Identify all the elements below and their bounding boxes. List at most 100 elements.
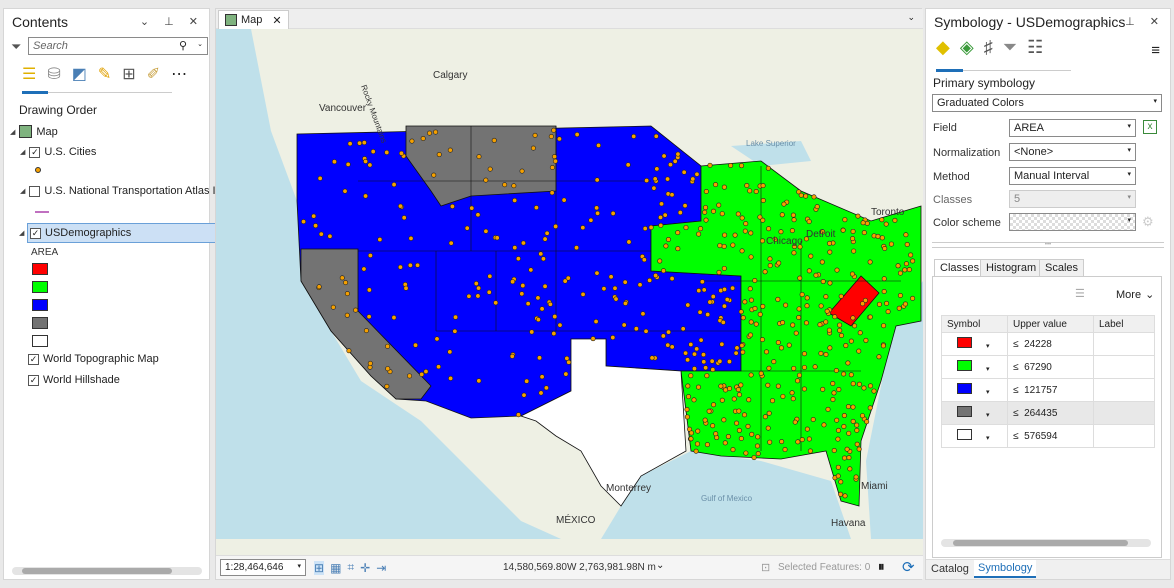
city-point[interactable] xyxy=(910,258,916,264)
city-point[interactable] xyxy=(757,311,763,317)
city-point[interactable] xyxy=(736,392,742,398)
city-point[interactable] xyxy=(661,268,667,274)
city-point[interactable] xyxy=(594,177,600,183)
city-point[interactable] xyxy=(547,301,553,307)
city-point[interactable] xyxy=(367,162,373,168)
city-point[interactable] xyxy=(721,184,727,190)
city-point[interactable] xyxy=(767,439,773,445)
city-point[interactable] xyxy=(344,291,350,297)
city-point[interactable] xyxy=(483,177,489,183)
city-point[interactable] xyxy=(543,385,549,391)
pause-icon[interactable]: ⏸ xyxy=(878,559,885,575)
visibility-checkbox[interactable]: ✓ xyxy=(30,227,41,239)
city-point[interactable] xyxy=(710,423,716,429)
city-point[interactable] xyxy=(804,303,810,309)
city-point[interactable] xyxy=(742,228,748,234)
city-point[interactable] xyxy=(850,381,856,387)
city-point[interactable] xyxy=(797,275,803,281)
city-point[interactable] xyxy=(823,319,829,325)
city-point[interactable] xyxy=(449,203,455,209)
city-point[interactable] xyxy=(766,226,772,232)
chevron-down-icon[interactable]: ⌄ xyxy=(197,40,203,48)
chevron-down-icon[interactable]: ▾ xyxy=(986,412,990,419)
tab-catalog[interactable]: Catalog xyxy=(931,563,969,575)
city-point[interactable] xyxy=(746,397,752,403)
city-point[interactable] xyxy=(649,355,655,361)
city-point[interactable] xyxy=(347,141,353,147)
city-point[interactable] xyxy=(631,133,637,139)
city-point[interactable] xyxy=(660,333,666,339)
city-point[interactable] xyxy=(549,190,555,196)
city-point[interactable] xyxy=(519,168,525,174)
city-point[interactable] xyxy=(758,370,764,376)
symbol-swatch[interactable] xyxy=(957,406,972,417)
city-point[interactable] xyxy=(703,205,709,211)
list-icon[interactable]: ☰ xyxy=(1075,287,1085,300)
city-point[interactable] xyxy=(672,158,678,164)
city-point[interactable] xyxy=(520,240,526,246)
city-point[interactable] xyxy=(361,140,367,146)
label-cell[interactable] xyxy=(1093,401,1155,425)
tab-histogram[interactable]: Histogram xyxy=(980,259,1043,276)
close-icon[interactable]: ✕ xyxy=(272,14,281,27)
city-point[interactable] xyxy=(830,396,836,402)
city-point[interactable] xyxy=(738,436,744,442)
city-point[interactable] xyxy=(643,328,649,334)
city-point[interactable] xyxy=(757,214,763,220)
city-point[interactable] xyxy=(403,285,409,291)
city-point[interactable] xyxy=(748,297,754,303)
city-point[interactable] xyxy=(879,235,885,241)
city-point[interactable] xyxy=(722,286,728,292)
city-point[interactable] xyxy=(765,425,771,431)
city-point[interactable] xyxy=(806,436,812,442)
city-point[interactable] xyxy=(903,232,909,238)
city-point[interactable] xyxy=(384,383,390,389)
city-point[interactable] xyxy=(509,353,515,359)
city-point[interactable] xyxy=(698,226,704,232)
city-point[interactable] xyxy=(574,132,580,138)
city-point[interactable] xyxy=(739,215,745,221)
city-point[interactable] xyxy=(694,441,700,447)
city-point[interactable] xyxy=(694,346,700,352)
city-point[interactable] xyxy=(896,305,902,311)
city-point[interactable] xyxy=(533,205,539,211)
city-point[interactable] xyxy=(709,358,715,364)
city-point[interactable] xyxy=(683,350,689,356)
city-point[interactable] xyxy=(431,172,437,178)
city-point[interactable] xyxy=(377,237,383,243)
navigation-icon[interactable]: ⇥ xyxy=(376,561,386,575)
city-point[interactable] xyxy=(436,364,442,370)
class-row[interactable]: ▾ ≤ 576594 xyxy=(941,424,1155,448)
city-point[interactable] xyxy=(721,303,727,309)
label-cell[interactable] xyxy=(1093,355,1155,379)
city-point[interactable] xyxy=(593,319,599,325)
city-point[interactable] xyxy=(453,314,459,320)
city-point[interactable] xyxy=(685,302,691,308)
city-point[interactable] xyxy=(696,288,702,294)
city-point[interactable] xyxy=(806,219,812,225)
city-point[interactable] xyxy=(703,365,709,371)
city-point[interactable] xyxy=(317,175,323,181)
city-point[interactable] xyxy=(835,464,841,470)
city-point[interactable] xyxy=(564,355,570,361)
city-point[interactable] xyxy=(535,295,541,301)
city-point[interactable] xyxy=(730,242,736,248)
visibility-checkbox[interactable]: ✓ xyxy=(28,374,39,386)
city-point[interactable] xyxy=(753,188,759,194)
city-point[interactable] xyxy=(775,383,781,389)
city-point[interactable] xyxy=(728,163,734,169)
city-point[interactable] xyxy=(705,312,711,318)
city-point[interactable] xyxy=(684,414,690,420)
city-point[interactable] xyxy=(764,349,770,355)
city-point[interactable] xyxy=(821,422,827,428)
city-point[interactable] xyxy=(796,306,802,312)
city-point[interactable] xyxy=(867,314,873,320)
city-point[interactable] xyxy=(906,267,912,273)
city-point[interactable] xyxy=(515,412,521,418)
city-point[interactable] xyxy=(760,303,766,309)
city-point[interactable] xyxy=(842,455,848,461)
city-point[interactable] xyxy=(667,162,673,168)
city-point[interactable] xyxy=(688,430,694,436)
city-point[interactable] xyxy=(695,428,701,434)
city-point[interactable] xyxy=(790,212,796,218)
